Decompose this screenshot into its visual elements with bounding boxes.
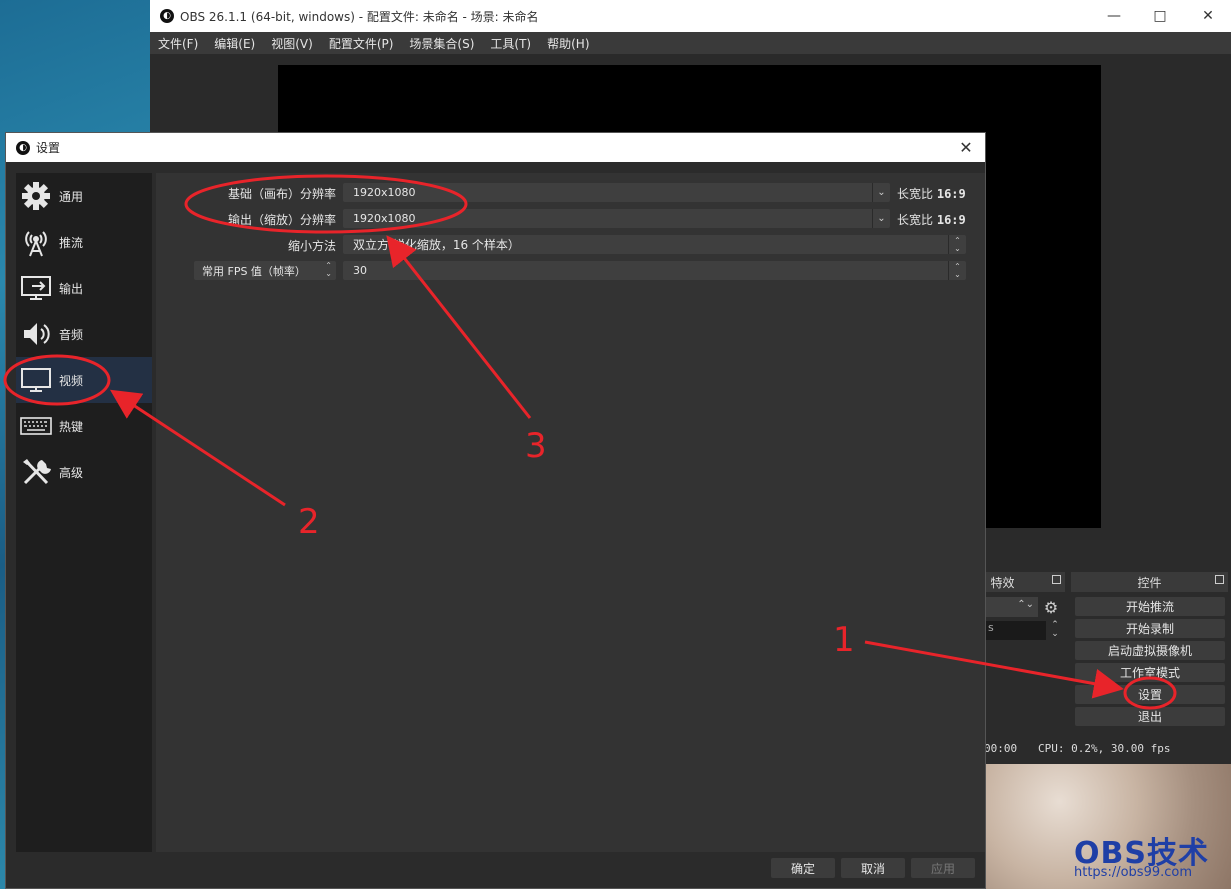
downscale-filter-value: 双立方 锐化缩放，16 个样本）	[353, 238, 520, 252]
float-dock-icon[interactable]	[1052, 575, 1061, 584]
float-dock-icon[interactable]	[1215, 575, 1224, 584]
gear-icon	[19, 179, 53, 213]
sidebar-item-label: 视频	[59, 373, 84, 388]
monitor-icon	[19, 363, 53, 397]
sidebar-item-video[interactable]: 视频	[16, 357, 152, 403]
annotation-number-1: 1	[833, 620, 855, 660]
sidebar-item-hotkeys[interactable]: 热键	[16, 403, 152, 449]
fps-type-value: 常用 FPS 值（帧率）	[202, 264, 306, 278]
exit-button[interactable]: 退出	[1075, 707, 1225, 726]
settings-button[interactable]: 设置	[1075, 685, 1225, 704]
close-button[interactable]: ✕	[1185, 0, 1231, 32]
fps-value-select[interactable]: 30 ⌃ ⌄	[343, 261, 966, 280]
menu-file[interactable]: 文件(F)	[150, 35, 206, 52]
sidebar-item-label: 热键	[59, 419, 84, 434]
obs-logo-icon: ◐	[160, 9, 174, 23]
tools-icon	[19, 455, 53, 489]
sidebar-item-label: 高级	[59, 465, 84, 480]
stepper-icon[interactable]: ⌃ ⌄	[1048, 621, 1062, 640]
base-resolution-label: 基础（画布）分辨率	[227, 187, 336, 201]
start-virtual-camera-button[interactable]: 启动虚拟摄像机	[1075, 641, 1225, 660]
controls-dock-title: 控件	[1137, 575, 1162, 590]
annotation-number-2: 2	[298, 502, 320, 542]
sidebar-item-label: 输出	[59, 281, 84, 296]
menu-edit[interactable]: 编辑(E)	[206, 35, 263, 52]
controls-dock-header: 控件	[1071, 572, 1228, 592]
gear-icon[interactable]: ⚙	[1041, 597, 1061, 617]
base-aspect-ratio: 长宽比 16:9	[897, 185, 966, 202]
obs-logo-icon: ◐	[16, 140, 30, 155]
spinner-icon: ⌃⌄	[325, 261, 332, 278]
settings-titlebar: ◐ 设置 ✕	[6, 133, 985, 162]
menu-bar: 文件(F) 编辑(E) 视图(V) 配置文件(P) 场景集合(S) 工具(T) …	[150, 32, 1231, 54]
sidebar-item-label: 音频	[59, 327, 84, 342]
apply-button[interactable]: 应用	[911, 858, 975, 878]
sidebar-item-stream[interactable]: 推流	[16, 219, 152, 265]
transition-select[interactable]: ⌃⌄	[986, 597, 1038, 617]
fps-type-select[interactable]: 常用 FPS 值（帧率） ⌃ ⌄	[194, 261, 336, 280]
chevron-down-icon[interactable]: ⌄	[872, 183, 890, 202]
duration-input[interactable]: s	[986, 621, 1046, 640]
menu-view[interactable]: 视图(V)	[263, 35, 321, 52]
base-resolution-field[interactable]: 1920x1080 ⌄	[343, 183, 890, 202]
downscale-filter-label: 缩小方法	[287, 239, 336, 253]
spinner-icon[interactable]: ⌃ ⌄	[948, 261, 966, 280]
effects-dock-header: 特效	[980, 572, 1065, 592]
spinner-icon: ⌃⌄	[1017, 599, 1034, 610]
status-cpu: CPU: 0.2%, 30.00 fps	[1038, 742, 1171, 755]
aspect-value: 16:9	[936, 187, 966, 201]
video-settings-panel: 基础（画布）分辨率 1920x1080 ⌄ 长宽比 16:9 输出（缩放）分辨率…	[156, 173, 985, 852]
aspect-label: 长宽比	[897, 213, 934, 227]
keyboard-icon	[19, 409, 53, 443]
settings-sidebar: 通用 推流 输出 音频 视频 热键 高级	[16, 173, 152, 852]
sidebar-item-general[interactable]: 通用	[16, 173, 152, 219]
menu-tools[interactable]: 工具(T)	[482, 35, 539, 52]
output-resolution-label: 输出（缩放）分辨率	[227, 213, 336, 227]
menu-help[interactable]: 帮助(H)	[539, 35, 597, 52]
broadcast-antenna-icon	[19, 225, 53, 259]
status-time: 00:00	[984, 742, 1018, 755]
aspect-value: 16:9	[936, 213, 966, 227]
studio-mode-button[interactable]: 工作室模式	[1075, 663, 1225, 682]
menu-profile[interactable]: 配置文件(P)	[321, 35, 402, 52]
sidebar-item-label: 通用	[59, 189, 84, 204]
sidebar-item-label: 推流	[59, 235, 84, 250]
main-titlebar: ◐ OBS 26.1.1 (64-bit, windows) - 配置文件: 未…	[150, 0, 1231, 32]
main-window-title: OBS 26.1.1 (64-bit, windows) - 配置文件: 未命名…	[180, 9, 539, 24]
cancel-button[interactable]: 取消	[841, 858, 905, 878]
fps-value: 30	[353, 264, 367, 277]
output-aspect-ratio: 长宽比 16:9	[897, 211, 966, 228]
watermark-url: https://obs99.com	[1074, 865, 1193, 880]
start-recording-button[interactable]: 开始录制	[1075, 619, 1225, 638]
output-resolution-field[interactable]: 1920x1080 ⌄	[343, 209, 890, 228]
base-resolution-value: 1920x1080	[353, 186, 416, 199]
spinner-icon[interactable]: ⌃ ⌄	[948, 235, 966, 254]
output-monitor-icon	[19, 271, 53, 305]
settings-dialog: ◐ 设置 ✕ 通用 推流 输出 音频 视频 热键 高级 基础（画布）分辨率 19…	[5, 132, 986, 889]
sidebar-item-audio[interactable]: 音频	[16, 311, 152, 357]
minimize-button[interactable]: —	[1091, 0, 1137, 32]
ok-button[interactable]: 确定	[771, 858, 835, 878]
sidebar-item-output[interactable]: 输出	[16, 265, 152, 311]
speaker-icon	[19, 317, 53, 351]
sidebar-item-advanced[interactable]: 高级	[16, 449, 152, 495]
annotation-number-3: 3	[525, 426, 547, 466]
downscale-filter-select[interactable]: 双立方 锐化缩放，16 个样本） ⌃ ⌄	[343, 235, 966, 254]
output-resolution-value: 1920x1080	[353, 212, 416, 225]
aspect-label: 长宽比	[897, 187, 934, 201]
chevron-down-icon[interactable]: ⌄	[872, 209, 890, 228]
settings-title: 设置	[36, 141, 61, 155]
maximize-button[interactable]: □	[1137, 0, 1183, 32]
start-streaming-button[interactable]: 开始推流	[1075, 597, 1225, 616]
effects-dock-title: 特效	[990, 575, 1015, 590]
close-icon[interactable]: ✕	[955, 136, 977, 158]
menu-scene-collection[interactable]: 场景集合(S)	[401, 35, 482, 52]
